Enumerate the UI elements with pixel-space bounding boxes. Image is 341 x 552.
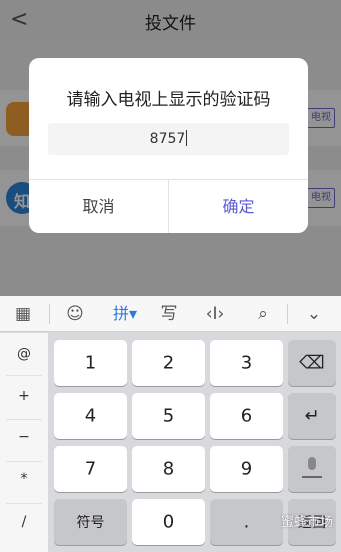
symbols-key[interactable]: 符号 [54, 499, 127, 545]
divider [6, 503, 42, 504]
confirm-button[interactable]: 确定 [169, 180, 308, 233]
collapse-keyboard-icon[interactable]: ⌄ [296, 296, 332, 332]
key-2[interactable]: 2 [132, 340, 205, 386]
code-value: 8757 [149, 131, 186, 147]
verification-dialog: 请输入电视上显示的验证码 8757 取消 确定 [29, 58, 308, 233]
key-9[interactable]: 9 [210, 446, 283, 492]
key-4[interactable]: 4 [54, 393, 127, 439]
key-5[interactable]: 5 [132, 393, 205, 439]
keyboard-toolbar: ▦ ☺ 拼▾ 写 ‹I› ⌕ ⌄ [0, 296, 341, 332]
voice-key[interactable] [288, 446, 336, 492]
divider [6, 461, 42, 462]
symbol-key[interactable]: @ [0, 346, 48, 362]
key-1[interactable]: 1 [54, 340, 127, 386]
key-3[interactable]: 3 [210, 340, 283, 386]
search-icon[interactable]: ⌕ [245, 296, 281, 332]
enter-key[interactable]: ↵ [288, 393, 336, 439]
symbol-key[interactable]: / [0, 514, 48, 530]
emoji-icon[interactable]: ☺ [57, 296, 93, 332]
handwrite-icon[interactable]: 写 [151, 296, 187, 332]
code-input[interactable]: 8757 [48, 123, 289, 155]
key-7[interactable]: 7 [54, 446, 127, 492]
text-caret [186, 130, 188, 146]
dot-key[interactable]: . [210, 499, 283, 545]
toolbar-divider [287, 304, 288, 324]
divider [6, 419, 42, 420]
keyboard: ▦ ☺ 拼▾ 写 ‹I› ⌕ ⌄ @ + − * / 1 2 3 ⌫ 4 5 6… [0, 296, 341, 552]
divider [6, 375, 42, 376]
backspace-key[interactable]: ⌫ [288, 340, 336, 386]
symbol-key[interactable]: − [0, 429, 48, 445]
key-0[interactable]: 0 [132, 499, 205, 545]
watermark: 蜜蜂市场 [280, 515, 333, 530]
cursor-icon[interactable]: ‹I› [197, 296, 233, 332]
dialog-actions: 取消 确定 [29, 179, 308, 233]
cancel-button[interactable]: 取消 [29, 180, 169, 233]
microphone-icon [308, 457, 316, 470]
pinyin-mode-button[interactable]: 拼▾ [105, 296, 145, 332]
key-6[interactable]: 6 [210, 393, 283, 439]
key-8[interactable]: 8 [132, 446, 205, 492]
dialog-title: 请输入电视上显示的验证码 [66, 90, 271, 110]
symbol-key[interactable]: * [0, 471, 48, 487]
enter-icon: ↵ [304, 405, 320, 427]
symbol-column: @ + − * / [0, 333, 48, 552]
grid-icon[interactable]: ▦ [5, 296, 41, 332]
backspace-icon: ⌫ [299, 352, 325, 374]
toolbar-divider [49, 304, 50, 324]
symbol-key[interactable]: + [0, 388, 48, 404]
microphone-base [302, 476, 322, 478]
